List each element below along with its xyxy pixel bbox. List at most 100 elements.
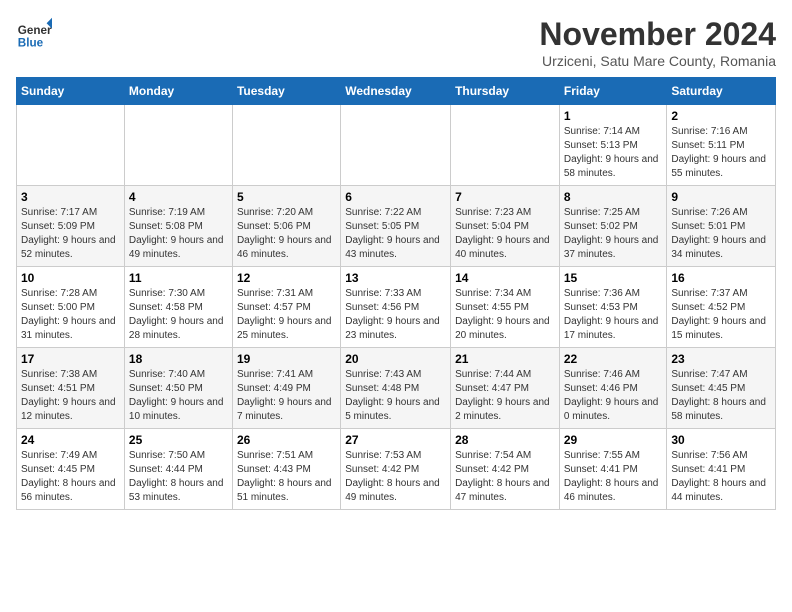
day-info: Sunrise: 7:33 AM Sunset: 4:56 PM Dayligh… (345, 287, 446, 343)
day-number: 26 (237, 433, 336, 447)
calendar-cell: 14 Sunrise: 7:34 AM Sunset: 4:55 PM Dayli… (451, 267, 560, 348)
calendar-cell: 12Sunrise: 7:31 AM Sunset: 4:57 PM Dayli… (232, 267, 340, 348)
day-info: Sunrise: 7:56 AM Sunset: 4:41 PM Dayligh… (671, 449, 771, 505)
calendar-week-1: 1Sunrise: 7:14 AM Sunset: 5:13 PM Daylig… (17, 105, 776, 186)
day-info: Sunrise: 7:38 AM Sunset: 4:51 PM Dayligh… (21, 368, 120, 424)
day-number: 2 (671, 109, 771, 123)
day-number: 11 (129, 271, 228, 285)
calendar-cell (232, 105, 340, 186)
day-number: 10 (21, 271, 120, 285)
calendar-table: SundayMondayTuesdayWednesdayThursdayFrid… (16, 77, 776, 510)
day-number: 8 (564, 190, 663, 204)
day-header-tuesday: Tuesday (232, 78, 340, 105)
month-title: November 2024 (539, 16, 776, 53)
calendar-cell: 15 Sunrise: 7:36 AM Sunset: 4:53 PM Dayli… (559, 267, 667, 348)
day-info: Sunrise: 7:43 AM Sunset: 4:48 PM Dayligh… (345, 368, 446, 424)
calendar-cell (17, 105, 125, 186)
day-info: Sunrise: 7:20 AM Sunset: 5:06 PM Dayligh… (237, 206, 336, 262)
calendar-header-row: SundayMondayTuesdayWednesdayThursdayFrid… (17, 78, 776, 105)
day-info: Sunrise: 7:40 AM Sunset: 4:50 PM Dayligh… (129, 368, 228, 424)
calendar-cell: 29Sunrise: 7:55 AM Sunset: 4:41 PM Dayli… (559, 429, 667, 510)
day-info: Sunrise: 7:23 AM Sunset: 5:04 PM Dayligh… (455, 206, 555, 262)
day-number: 16 (671, 271, 771, 285)
day-info: Sunrise: 7:28 AM Sunset: 5:00 PM Dayligh… (21, 287, 120, 343)
day-header-wednesday: Wednesday (341, 78, 451, 105)
day-number: 17 (21, 352, 120, 366)
calendar-body: 1Sunrise: 7:14 AM Sunset: 5:13 PM Daylig… (17, 105, 776, 510)
calendar-cell: 11 Sunrise: 7:30 AM Sunset: 4:58 PM Dayli… (124, 267, 232, 348)
day-number: 25 (129, 433, 228, 447)
calendar-cell: 3Sunrise: 7:17 AM Sunset: 5:09 PM Daylig… (17, 186, 125, 267)
day-header-friday: Friday (559, 78, 667, 105)
day-info: Sunrise: 7:26 AM Sunset: 5:01 PM Dayligh… (671, 206, 771, 262)
day-number: 12 (237, 271, 336, 285)
day-info: Sunrise: 7:50 AM Sunset: 4:44 PM Dayligh… (129, 449, 228, 505)
day-info: Sunrise: 7:53 AM Sunset: 4:42 PM Dayligh… (345, 449, 446, 505)
day-number: 7 (455, 190, 555, 204)
day-info: Sunrise: 7:44 AM Sunset: 4:47 PM Dayligh… (455, 368, 555, 424)
day-number: 6 (345, 190, 446, 204)
day-info: Sunrise: 7:19 AM Sunset: 5:08 PM Dayligh… (129, 206, 228, 262)
day-info: Sunrise: 7:47 AM Sunset: 4:45 PM Dayligh… (671, 368, 771, 424)
day-number: 13 (345, 271, 446, 285)
logo: General Blue (16, 16, 52, 52)
calendar-cell: 27 Sunrise: 7:53 AM Sunset: 4:42 PM Dayli… (341, 429, 451, 510)
day-info: Sunrise: 7:46 AM Sunset: 4:46 PM Dayligh… (564, 368, 663, 424)
calendar-cell (341, 105, 451, 186)
day-number: 18 (129, 352, 228, 366)
calendar-week-2: 3Sunrise: 7:17 AM Sunset: 5:09 PM Daylig… (17, 186, 776, 267)
day-info: Sunrise: 7:51 AM Sunset: 4:43 PM Dayligh… (237, 449, 336, 505)
day-number: 22 (564, 352, 663, 366)
day-number: 1 (564, 109, 663, 123)
day-info: Sunrise: 7:25 AM Sunset: 5:02 PM Dayligh… (564, 206, 663, 262)
day-header-saturday: Saturday (667, 78, 776, 105)
calendar-cell: 8 Sunrise: 7:25 AM Sunset: 5:02 PM Daylig… (559, 186, 667, 267)
day-number: 28 (455, 433, 555, 447)
day-header-sunday: Sunday (17, 78, 125, 105)
day-number: 19 (237, 352, 336, 366)
day-number: 24 (21, 433, 120, 447)
day-header-thursday: Thursday (451, 78, 560, 105)
svg-text:Blue: Blue (18, 37, 44, 50)
day-info: Sunrise: 7:41 AM Sunset: 4:49 PM Dayligh… (237, 368, 336, 424)
calendar-cell: 20Sunrise: 7:43 AM Sunset: 4:48 PM Dayli… (341, 348, 451, 429)
title-area: November 2024 Urziceni, Satu Mare County… (539, 16, 776, 69)
day-header-monday: Monday (124, 78, 232, 105)
day-info: Sunrise: 7:34 AM Sunset: 4:55 PM Dayligh… (455, 287, 555, 343)
calendar-cell: 7 Sunrise: 7:23 AM Sunset: 5:04 PM Daylig… (451, 186, 560, 267)
calendar-week-4: 17 Sunrise: 7:38 AM Sunset: 4:51 PM Dayli… (17, 348, 776, 429)
calendar-cell: 22 Sunrise: 7:46 AM Sunset: 4:46 PM Dayli… (559, 348, 667, 429)
calendar-cell: 9 Sunrise: 7:26 AM Sunset: 5:01 PM Daylig… (667, 186, 776, 267)
calendar-cell: 4 Sunrise: 7:19 AM Sunset: 5:08 PM Daylig… (124, 186, 232, 267)
calendar-cell: 6Sunrise: 7:22 AM Sunset: 5:05 PM Daylig… (341, 186, 451, 267)
calendar-cell: 10 Sunrise: 7:28 AM Sunset: 5:00 PM Dayli… (17, 267, 125, 348)
calendar-cell: 2Sunrise: 7:16 AM Sunset: 5:11 PM Daylig… (667, 105, 776, 186)
location: Urziceni, Satu Mare County, Romania (539, 53, 776, 69)
day-number: 15 (564, 271, 663, 285)
day-info: Sunrise: 7:30 AM Sunset: 4:58 PM Dayligh… (129, 287, 228, 343)
day-number: 29 (564, 433, 663, 447)
day-number: 9 (671, 190, 771, 204)
calendar-cell: 26 Sunrise: 7:51 AM Sunset: 4:43 PM Dayli… (232, 429, 340, 510)
calendar-cell: 28Sunrise: 7:54 AM Sunset: 4:42 PM Dayli… (451, 429, 560, 510)
calendar-cell: 24Sunrise: 7:49 AM Sunset: 4:45 PM Dayli… (17, 429, 125, 510)
day-number: 23 (671, 352, 771, 366)
day-number: 21 (455, 352, 555, 366)
day-info: Sunrise: 7:37 AM Sunset: 4:52 PM Dayligh… (671, 287, 771, 343)
day-number: 3 (21, 190, 120, 204)
calendar-cell: 17 Sunrise: 7:38 AM Sunset: 4:51 PM Dayli… (17, 348, 125, 429)
day-number: 4 (129, 190, 228, 204)
header: General Blue November 2024 Urziceni, Sat… (16, 16, 776, 69)
calendar-cell: 1Sunrise: 7:14 AM Sunset: 5:13 PM Daylig… (559, 105, 667, 186)
day-number: 14 (455, 271, 555, 285)
day-number: 30 (671, 433, 771, 447)
calendar-cell (451, 105, 560, 186)
calendar-cell: 18 Sunrise: 7:40 AM Sunset: 4:50 PM Dayli… (124, 348, 232, 429)
calendar-cell: 21 Sunrise: 7:44 AM Sunset: 4:47 PM Dayli… (451, 348, 560, 429)
calendar-cell: 13 Sunrise: 7:33 AM Sunset: 4:56 PM Dayli… (341, 267, 451, 348)
calendar-week-3: 10 Sunrise: 7:28 AM Sunset: 5:00 PM Dayli… (17, 267, 776, 348)
day-number: 27 (345, 433, 446, 447)
calendar-cell: 30 Sunrise: 7:56 AM Sunset: 4:41 PM Dayli… (667, 429, 776, 510)
day-info: Sunrise: 7:36 AM Sunset: 4:53 PM Dayligh… (564, 287, 663, 343)
calendar-cell: 25 Sunrise: 7:50 AM Sunset: 4:44 PM Dayli… (124, 429, 232, 510)
